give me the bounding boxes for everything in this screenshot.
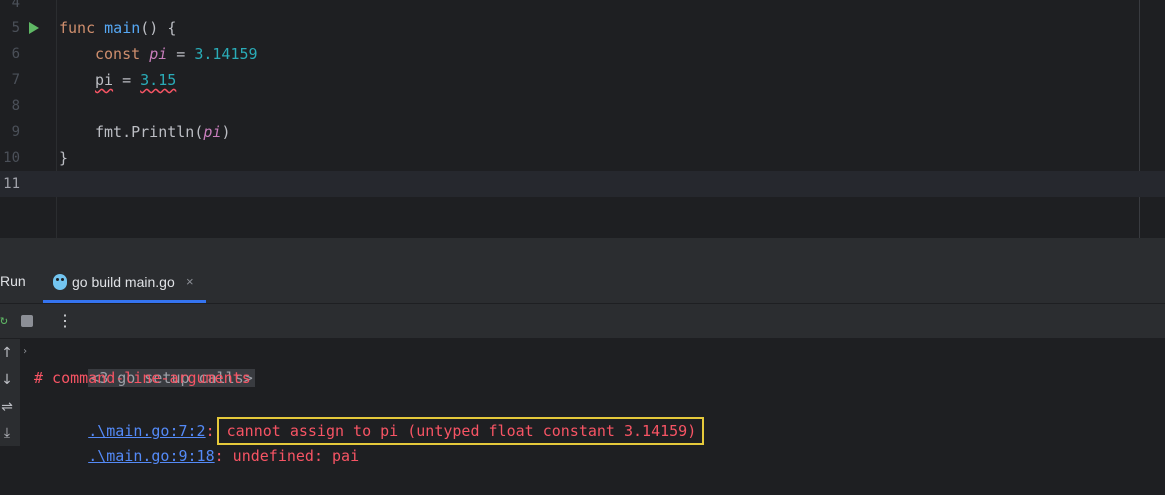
code-text: const pi = 3.14159 (95, 41, 258, 67)
code-line-5[interactable]: 5 func main() { (0, 15, 1165, 41)
code-line-9[interactable]: 9 fmt.Println(pi) (0, 119, 1165, 145)
code-operator: = (113, 71, 141, 89)
package-name: fmt. (95, 123, 132, 141)
argument: pi (203, 123, 222, 141)
panel-splitter[interactable] (0, 238, 1165, 263)
error-location-link[interactable]: .\main.go:9:18 (88, 447, 214, 465)
keyword: func (59, 19, 96, 37)
code-line-6[interactable]: 6 const pi = 3.14159 (0, 41, 1165, 67)
arrow-down-icon[interactable]: ↓ (0, 372, 14, 388)
code-operator: = (167, 45, 195, 63)
code-text: } (59, 149, 69, 167)
active-tab-indicator (43, 300, 206, 303)
code-punct: ) (221, 123, 231, 141)
gopher-icon (53, 274, 67, 290)
error-variable: pi (95, 71, 114, 89)
error-message: : undefined: pai (214, 447, 360, 465)
code-line-10[interactable]: 10 } (0, 145, 1165, 171)
line-number: 11 (3, 176, 20, 192)
code-text: pi = 3.15 (95, 67, 176, 93)
run-tab-bar: Run go build main.go × (0, 263, 1165, 304)
run-gutter-icon[interactable] (29, 22, 39, 34)
line-number: 8 (11, 98, 20, 114)
console-line-setup[interactable]: <3 go setup calls> (34, 339, 255, 387)
soft-wrap-icon[interactable]: ⇌ (0, 399, 14, 415)
keyword: const (95, 45, 141, 63)
chevron-right-icon[interactable]: › (22, 346, 28, 357)
line-number: 9 (11, 124, 20, 140)
run-toolbar: ↻ ⋮ (0, 304, 1165, 339)
constant-name: pi (149, 45, 168, 63)
run-window-title: Run (0, 273, 26, 289)
line-number: 7 (11, 72, 20, 88)
code-editor[interactable]: 4 5 func main() { 6 const pi = 3.14159 7… (0, 0, 1165, 238)
line-number: 6 (11, 46, 20, 62)
line-number: 4 (11, 0, 20, 11)
stop-icon[interactable] (21, 315, 33, 327)
console-line-comment: # command-line-arguments (34, 369, 251, 387)
number-literal: 3.14159 (194, 45, 258, 63)
code-line-4[interactable]: 4 (0, 0, 1165, 16)
line-number: 10 (3, 150, 20, 166)
console-line-error-1: .\main.go:7:2: cannot assign to pi (untyp… (34, 391, 705, 445)
code-text: func main() { (59, 15, 176, 41)
code-punct: () { (140, 19, 177, 37)
code-text: fmt.Println(pi) (95, 119, 230, 145)
line-number: 5 (11, 20, 20, 36)
console-line-error-2: .\main.go:9:18: undefined: pai (34, 417, 359, 465)
arrow-up-icon[interactable]: ↑ (0, 345, 14, 361)
tab-label: go build main.go (72, 274, 175, 290)
close-icon[interactable]: × (186, 274, 194, 289)
console-output[interactable]: ↑ ↓ ⇌ ⤓ <3 go setup calls> › # command-l… (0, 339, 1165, 465)
rerun-icon[interactable]: ↻ (0, 313, 8, 328)
tab-go-build[interactable]: go build main.go × (43, 263, 206, 303)
function-name: main (104, 19, 141, 37)
scroll-to-end-icon[interactable]: ⤓ (0, 425, 14, 441)
number-literal: 3.15 (140, 71, 177, 89)
more-options-icon[interactable]: ⋮ (57, 311, 73, 331)
code-line-11-current[interactable]: 11 (0, 171, 1165, 197)
code-line-7[interactable]: 7 pi = 3.15 (0, 67, 1165, 93)
console-side-toolbar: ↑ ↓ ⇌ ⤓ (0, 339, 20, 446)
run-tool-window: Run go build main.go × ↻ ⋮ ↑ ↓ ⇌ ⤓ <3 go… (0, 263, 1165, 465)
function-call: Println (131, 123, 195, 141)
code-line-8[interactable]: 8 (0, 93, 1165, 119)
